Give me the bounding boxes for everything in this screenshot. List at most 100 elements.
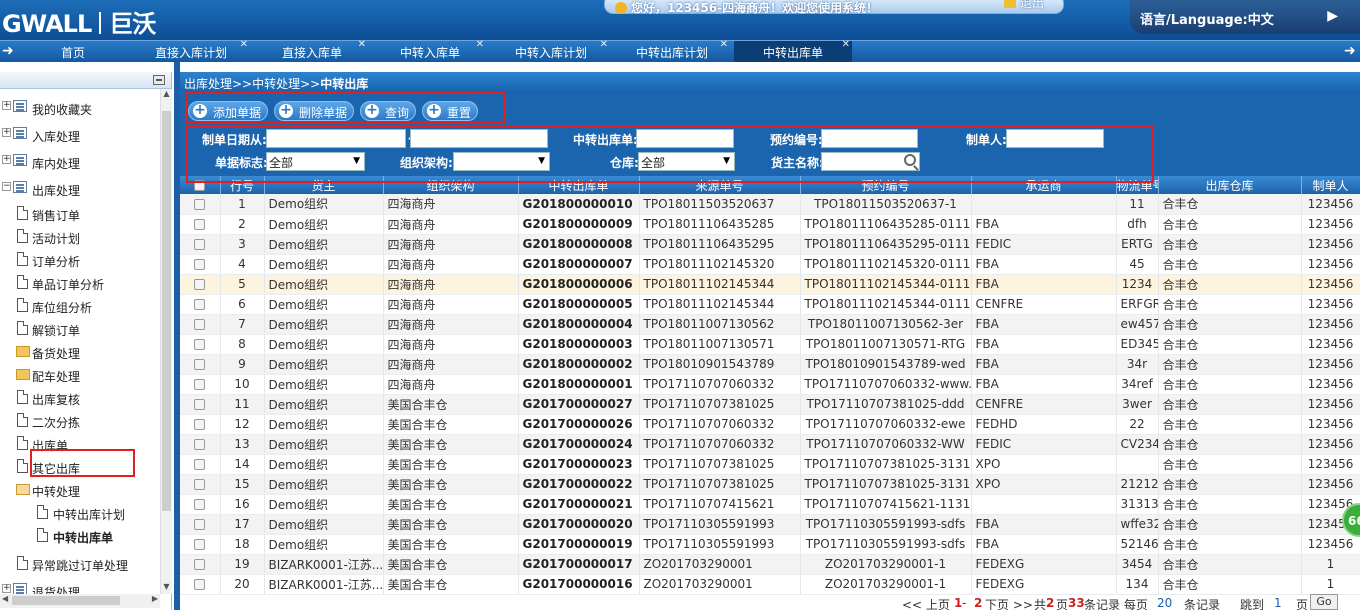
table-cell[interactable]: G201800000002 <box>518 354 640 375</box>
row-select-cell[interactable] <box>180 514 221 535</box>
table-row[interactable]: 13 Demo组织 美国合丰仓 G201700000024 TPO17110707060… <box>180 434 1360 455</box>
row-select-cell[interactable] <box>180 434 221 455</box>
row-select-cell[interactable] <box>180 474 221 495</box>
row-select-cell[interactable] <box>180 214 221 235</box>
column-header[interactable]: 制单人 <box>1301 176 1360 194</box>
table-cell[interactable]: G201800000001 <box>518 374 640 395</box>
page-2-link[interactable]: 2 <box>974 596 982 610</box>
column-header[interactable]: 出库仓库 <box>1158 176 1302 194</box>
close-icon[interactable]: ✕ <box>842 39 850 50</box>
table-row[interactable]: 4 Demo组织 四海商舟 G201800000007 TPO1801110214532… <box>180 254 1360 275</box>
table-cell[interactable]: G201800000009 <box>518 214 640 235</box>
row-checkbox[interactable] <box>194 419 206 430</box>
tab-transfer-inbound-order[interactable]: 中转入库单 ✕ <box>374 39 486 62</box>
row-checkbox[interactable] <box>194 259 206 270</box>
table-cell[interactable]: G201700000019 <box>518 534 640 555</box>
row-checkbox[interactable] <box>194 559 206 570</box>
row-select-cell[interactable] <box>180 494 221 515</box>
table-row[interactable]: 11 Demo组织 美国合丰仓 G201700000027 TPO17110707381… <box>180 394 1360 415</box>
close-icon[interactable]: ✕ <box>240 39 248 50</box>
row-checkbox[interactable] <box>194 319 206 330</box>
row-select-cell[interactable] <box>180 554 221 575</box>
collapse-icon[interactable]: − <box>2 182 11 191</box>
table-row[interactable]: 12 Demo组织 美国合丰仓 G201700000026 TPO17110707060… <box>180 414 1360 435</box>
close-icon[interactable]: ✕ <box>358 39 366 50</box>
table-row[interactable]: 1 Demo组织 四海商舟 G201800000010 TPO1801150352063… <box>180 194 1360 215</box>
scroll-right-icon[interactable]: ▶ <box>152 594 158 603</box>
row-checkbox[interactable] <box>194 499 206 510</box>
table-row[interactable]: 6 Demo组织 四海商舟 G201800000005 TPO1801110214534… <box>180 294 1360 315</box>
row-checkbox[interactable] <box>194 579 206 590</box>
scroll-left-icon[interactable]: ◀ <box>2 594 8 603</box>
row-checkbox[interactable] <box>194 279 206 290</box>
table-row[interactable]: 16 Demo组织 美国合丰仓 G201700000021 TPO17110707415… <box>180 494 1360 515</box>
table-row[interactable]: 2 Demo组织 四海商舟 G201800000009 TPO1801110643528… <box>180 214 1360 235</box>
table-row[interactable]: 19 BIZARK0001-江苏... 美国合丰仓 G201700000017 ZO20… <box>180 554 1360 575</box>
per-page-value[interactable]: 20 <box>1157 596 1172 610</box>
tab-home[interactable]: 首页 <box>20 41 126 62</box>
table-cell[interactable]: G201800000007 <box>518 254 640 275</box>
row-select-cell[interactable] <box>180 274 221 295</box>
row-select-cell[interactable] <box>180 334 221 355</box>
scroll-down-icon[interactable]: ▼ <box>161 582 172 594</box>
language-switch[interactable]: 语言/Language:中文 ▶ <box>1130 0 1360 34</box>
row-checkbox[interactable] <box>194 539 206 550</box>
row-select-cell[interactable] <box>180 314 221 335</box>
go-button[interactable]: Go <box>1310 594 1338 610</box>
table-row[interactable]: 8 Demo组织 四海商舟 G201800000003 TPO1801100713057… <box>180 334 1360 355</box>
table-cell[interactable]: G201700000022 <box>518 474 640 495</box>
next-page-link[interactable]: 下页 >> <box>985 596 1033 610</box>
table-cell[interactable]: G201700000017 <box>518 554 640 575</box>
logout-button[interactable]: 退出 <box>1004 0 1044 11</box>
table-row[interactable]: 15 Demo组织 美国合丰仓 G201700000022 TPO17110707381… <box>180 474 1360 495</box>
scroll-thumb[interactable] <box>12 596 120 605</box>
table-cell[interactable]: G201700000021 <box>518 494 640 515</box>
table-row[interactable]: 9 Demo组织 四海商舟 G201800000002 TPO1801090154378… <box>180 354 1360 375</box>
sidebar-vertical-scrollbar[interactable]: ▲ ▼ <box>160 89 172 594</box>
table-cell[interactable]: G201700000023 <box>518 454 640 475</box>
row-checkbox[interactable] <box>194 198 206 210</box>
expand-icon[interactable]: + <box>2 128 11 137</box>
tab-next-icon[interactable]: ➜ <box>1344 43 1356 59</box>
row-select-cell[interactable] <box>180 294 221 315</box>
row-select-cell[interactable] <box>180 374 221 395</box>
table-cell[interactable]: G201700000027 <box>518 394 640 415</box>
table-cell[interactable]: G201800000004 <box>518 314 640 335</box>
row-checkbox[interactable] <box>194 379 206 390</box>
close-icon[interactable]: ✕ <box>720 39 728 50</box>
table-row[interactable]: 7 Demo组织 四海商舟 G201800000004 TPO1801100713056… <box>180 314 1360 335</box>
tab-direct-inbound-order[interactable]: 直接入库单 ✕ <box>256 39 368 62</box>
tab-direct-inbound-plan[interactable]: 直接入库计划 ✕ <box>132 39 250 62</box>
tab-prev-icon[interactable]: ➜ <box>2 43 14 59</box>
table-cell[interactable]: G201800000008 <box>518 234 640 255</box>
row-checkbox[interactable] <box>194 239 206 250</box>
table-cell[interactable]: G201700000026 <box>518 414 640 435</box>
table-row[interactable]: 3 Demo组织 四海商舟 G201800000008 TPO1801110643529… <box>180 234 1360 255</box>
row-select-cell[interactable] <box>180 234 221 255</box>
row-select-cell[interactable] <box>180 394 221 415</box>
collapse-icon[interactable] <box>153 75 165 85</box>
table-row[interactable]: 10 Demo组织 四海商舟 G201800000001 TPO171107070603… <box>180 374 1360 395</box>
close-icon[interactable]: ✕ <box>476 39 484 50</box>
row-select-cell[interactable] <box>180 194 221 215</box>
row-select-cell[interactable] <box>180 534 221 555</box>
table-cell[interactable]: G201800000006 <box>518 274 640 295</box>
prev-page-link[interactable]: << 上页 <box>902 596 950 610</box>
row-checkbox[interactable] <box>194 439 206 450</box>
table-row[interactable]: 14 Demo组织 美国合丰仓 G201700000023 TPO17110707381… <box>180 454 1360 475</box>
row-checkbox[interactable] <box>194 399 206 410</box>
tab-transfer-outbound-plan[interactable]: 中转出库计划 ✕ <box>614 39 730 62</box>
table-cell[interactable]: G201700000020 <box>518 514 640 535</box>
table-row[interactable]: 5 Demo组织 四海商舟 G201800000006 TPO1801110214534… <box>180 274 1360 295</box>
row-select-cell[interactable] <box>180 354 221 375</box>
table-cell[interactable]: G201800000003 <box>518 334 640 355</box>
jump-page-input[interactable]: 1 <box>1274 596 1282 610</box>
row-select-cell[interactable] <box>180 454 221 475</box>
row-checkbox[interactable] <box>194 519 206 530</box>
row-select-cell[interactable] <box>180 254 221 275</box>
expand-icon[interactable]: + <box>2 101 11 110</box>
expand-icon[interactable]: + <box>2 155 11 164</box>
scroll-up-icon[interactable]: ▲ <box>161 89 172 101</box>
table-cell[interactable]: G201700000016 <box>518 574 640 595</box>
row-select-cell[interactable] <box>180 574 221 595</box>
